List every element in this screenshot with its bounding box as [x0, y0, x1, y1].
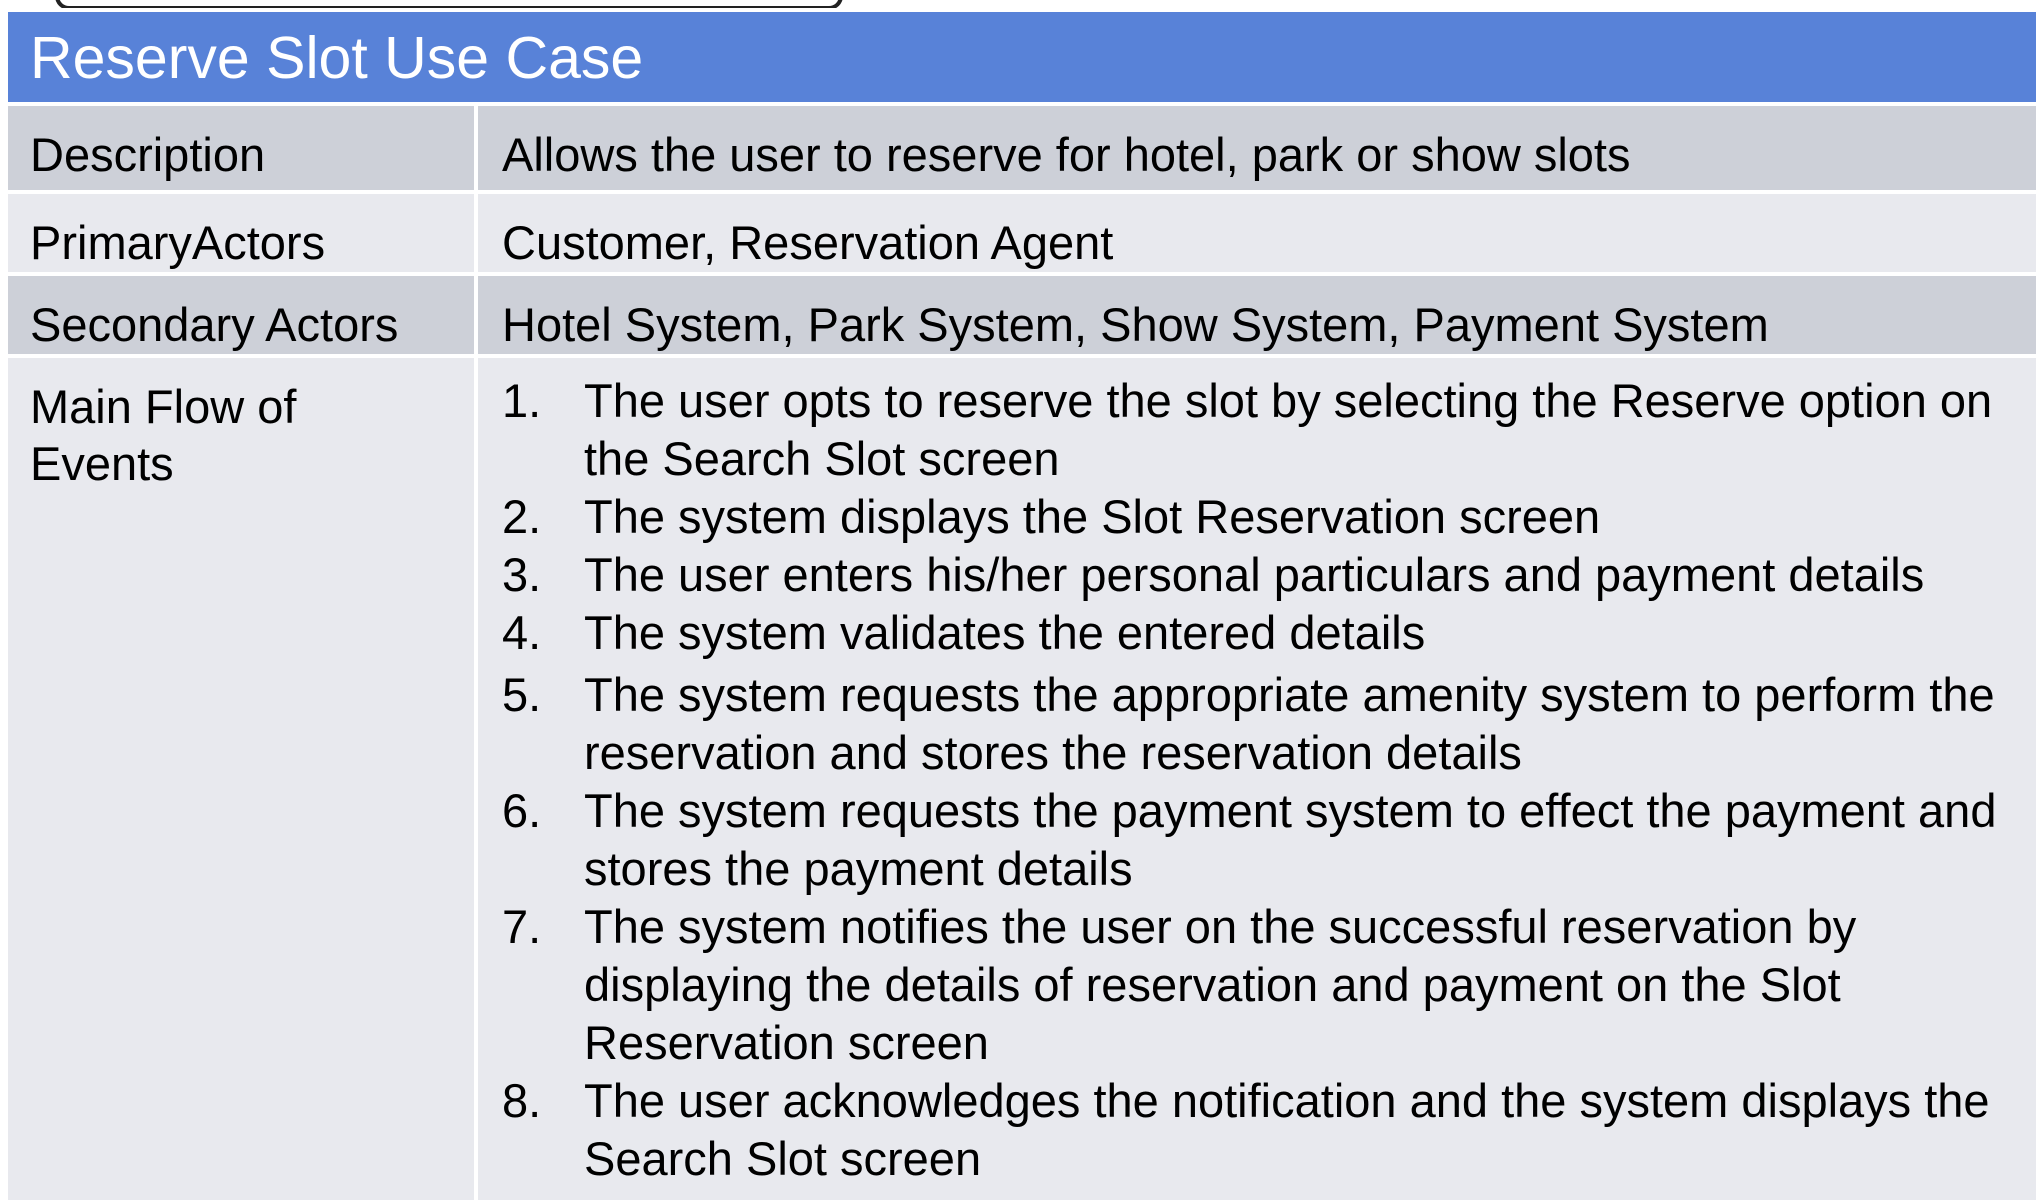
step-text: The system requests the payment system t…: [584, 784, 1997, 895]
step-number: 3.: [502, 548, 542, 601]
table-row-secondary-actors: Secondary Actors Hotel System, Park Syst…: [4, 272, 2040, 358]
step-text: The user opts to reserve the slot by sel…: [584, 374, 1993, 485]
list-item: 2. The system displays the Slot Reservat…: [502, 488, 2036, 546]
list-item: 7. The system notifies the user on the s…: [502, 898, 2036, 1072]
table-row-description: Description Allows the user to reserve f…: [4, 102, 2040, 194]
step-text: The system notifies the user on the succ…: [584, 900, 1857, 1069]
list-item: 3. The user enters his/her personal part…: [502, 546, 2036, 604]
row-value: Allows the user to reserve for hotel, pa…: [473, 102, 2040, 194]
step-text: The user acknowledges the notification a…: [584, 1074, 1990, 1185]
step-text: The system requests the appropriate amen…: [584, 668, 1995, 779]
list-item: 1. The user opts to reserve the slot by …: [502, 372, 2036, 488]
step-number: 6.: [502, 784, 542, 837]
use-case-table: Reserve Slot Use Case Description Allows…: [3, 8, 2040, 1200]
main-flow-label: Main Flow of Events: [4, 354, 478, 1200]
main-flow-steps-cell: 1. The user opts to reserve the slot by …: [473, 354, 2040, 1200]
slide: Reserve Slot Use Case Description Allows…: [0, 0, 2040, 1200]
step-number: 8.: [502, 1074, 542, 1127]
row-label: PrimaryActors: [4, 190, 478, 276]
main-flow-label-line: Main Flow of: [30, 380, 297, 433]
list-item: 8. The user acknowledges the notificatio…: [502, 1072, 2036, 1188]
row-label: Description: [4, 102, 478, 194]
step-text: The system displays the Slot Reservation…: [584, 490, 1601, 543]
row-value: Customer, Reservation Agent: [473, 190, 2040, 276]
step-text: The system validates the entered details: [584, 606, 1426, 659]
step-number: 5.: [502, 668, 542, 721]
step-text: The user enters his/her personal particu…: [584, 548, 1925, 601]
table-row-main-flow: Main Flow of Events 1. The user opts to …: [4, 354, 2040, 1200]
row-label: Secondary Actors: [4, 272, 478, 358]
list-item: 6. The system requests the payment syste…: [502, 782, 2036, 898]
list-item: 4. The system validates the entered deta…: [502, 604, 2036, 662]
step-number: 4.: [502, 606, 542, 659]
main-flow-steps-list: 1. The user opts to reserve the slot by …: [502, 372, 2036, 1188]
main-flow-label-line: Events: [30, 437, 174, 490]
step-number: 2.: [502, 490, 542, 543]
use-case-title: Reserve Slot Use Case: [3, 8, 2040, 106]
row-value: Hotel System, Park System, Show System, …: [473, 272, 2040, 358]
list-item: 5. The system requests the appropriate a…: [502, 666, 2036, 782]
step-number: 1.: [502, 374, 542, 427]
table-row-primary-actors: PrimaryActors Customer, Reservation Agen…: [4, 190, 2040, 276]
table-header-row: Reserve Slot Use Case: [3, 8, 2040, 106]
step-number: 7.: [502, 900, 542, 953]
